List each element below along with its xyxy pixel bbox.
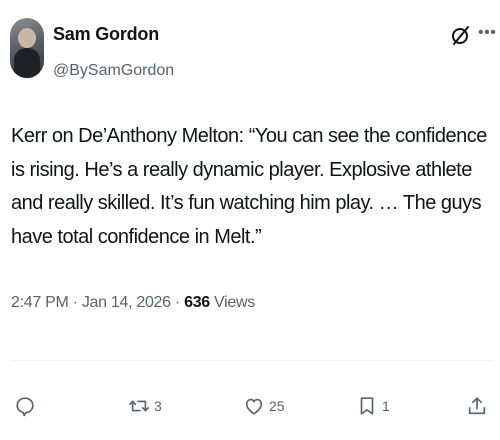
reply-icon (16, 397, 34, 417)
like-button[interactable]: 25 (243, 393, 285, 419)
grok-icon[interactable] (451, 25, 471, 47)
bookmark-icon (360, 397, 374, 415)
share-button[interactable] (466, 393, 488, 419)
reply-button[interactable] (14, 393, 40, 419)
author-name[interactable]: Sam Gordon (53, 24, 159, 45)
tweet-text: Kerr on De’Anthony Melton: “You can see … (11, 125, 492, 248)
repost-count: 3 (154, 398, 162, 414)
avatar[interactable] (10, 18, 44, 78)
views-count: 636 (184, 294, 210, 311)
share-icon (468, 397, 486, 415)
meta-separator: · (68, 294, 82, 311)
tweet-date[interactable]: Jan 14, 2026 (82, 294, 171, 311)
like-count: 25 (269, 398, 285, 414)
bookmark-button[interactable]: 1 (356, 393, 390, 419)
tweet-meta: 2:47 PM · Jan 14, 2026 · 636 Views (11, 294, 255, 312)
like-icon (245, 398, 263, 415)
repost-button[interactable]: 3 (128, 393, 162, 419)
divider (11, 360, 493, 361)
author-handle[interactable]: @BySamGordon (53, 62, 174, 80)
repost-icon (129, 400, 149, 412)
more-icon[interactable]: ••• (478, 24, 496, 42)
bookmark-count: 1 (382, 398, 390, 414)
meta-separator: · (170, 294, 185, 311)
tweet-card: Sam Gordon @BySamGordon ••• Kerr on De’A… (0, 0, 500, 440)
tweet-time[interactable]: 2:47 PM (11, 294, 69, 311)
views-label: Views (209, 294, 255, 311)
